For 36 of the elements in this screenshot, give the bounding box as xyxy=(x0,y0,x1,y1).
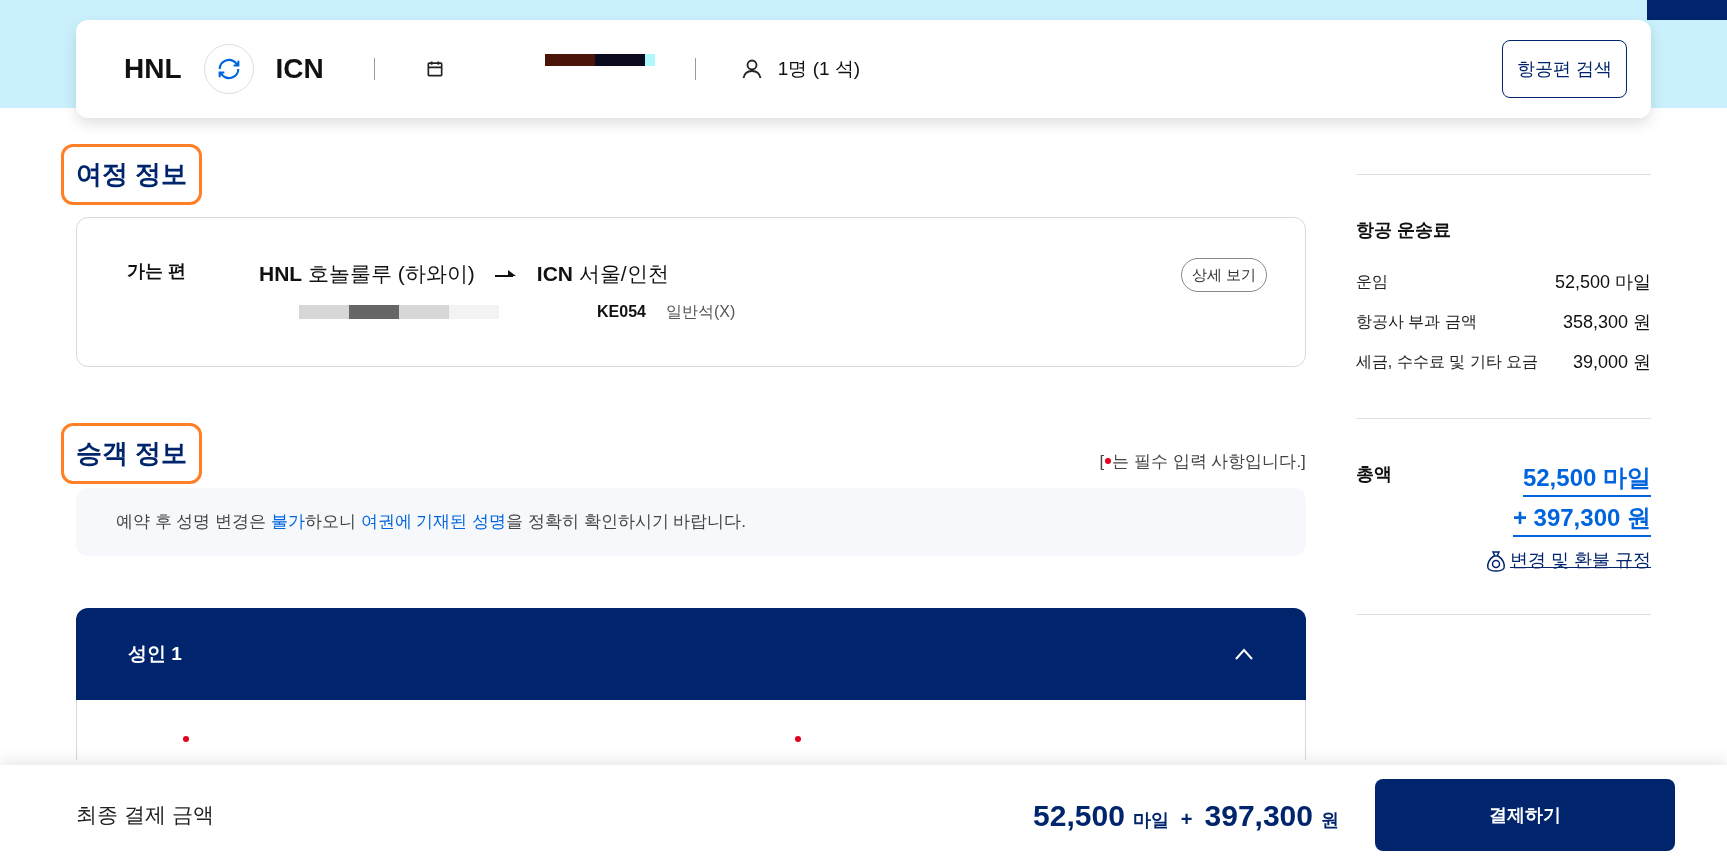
section-title: 승객 정보 xyxy=(61,423,203,484)
fare-value: 358,300 원 xyxy=(1562,310,1651,334)
destination-code[interactable]: ICN xyxy=(275,48,324,90)
cabin-class: 일반석(X) xyxy=(665,301,736,322)
final-amount-label: 최종 결제 금액 xyxy=(76,802,214,829)
origin-code[interactable]: HNL xyxy=(124,48,182,90)
refund-rules-link[interactable]: 변경 및 환불 규정 xyxy=(1510,547,1651,574)
required-note: [ xyxy=(1099,450,1105,473)
won-unit: 원 xyxy=(1321,808,1339,832)
fare-label: 항공사 부과 금액 xyxy=(1355,312,1477,332)
plus-sign: + xyxy=(1180,806,1193,832)
origin: HNL 호놀룰루 (하와이) xyxy=(259,261,475,287)
won-amount: 397,300 xyxy=(1204,797,1313,834)
miles-unit: 마일 xyxy=(1132,808,1169,832)
destination: ICN 서울/인천 xyxy=(536,261,669,287)
chevron-up-icon xyxy=(1233,648,1254,660)
fare-label: 운임 xyxy=(1355,272,1388,292)
arrow-icon xyxy=(494,268,517,279)
total-won: + 397,300 원 xyxy=(1512,501,1651,537)
flight-number: KE054 xyxy=(597,301,646,322)
pay-button[interactable]: 결제하기 xyxy=(1375,779,1675,851)
total-label: 총액 xyxy=(1355,463,1392,486)
fare-title: 항공 운송료 xyxy=(1355,219,1452,242)
section-title: 여정 정보 xyxy=(61,144,203,205)
fare-value: 39,000 원 xyxy=(1572,350,1651,374)
search-flights-button[interactable]: 항공편 검색 xyxy=(1502,40,1627,98)
miles-amount: 52,500 xyxy=(1033,797,1125,834)
passenger-count[interactable]: 1명 (1 석) xyxy=(777,54,861,84)
flight-direction: 가는 편 xyxy=(127,260,187,283)
money-bag-icon xyxy=(1486,549,1506,572)
required-note: 는 필수 입력 사항입니다.] xyxy=(1112,450,1306,473)
notice-text: 예약 후 성명 변경은 불가하오니 여권에 기재된 성명을 정확히 확인하시기 바랍니다. xyxy=(116,511,746,534)
fare-label: 세금, 수수료 및 기타 요금 xyxy=(1355,352,1539,372)
passenger-panel-header[interactable]: 성인 1 xyxy=(76,608,1306,700)
fare-value: 52,500 마일 xyxy=(1554,270,1651,294)
total-miles: 52,500 마일 xyxy=(1522,461,1651,497)
